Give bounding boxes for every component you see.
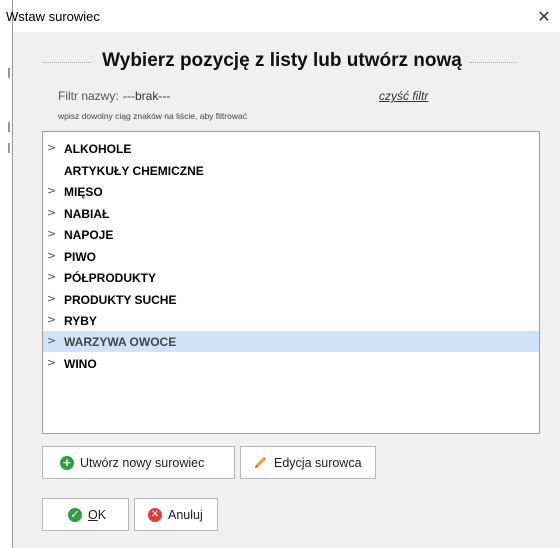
dialog-heading: Wybierz pozycję z listy lub utwórz nową [102, 50, 462, 71]
tree-node-wino[interactable]: > WINO [43, 353, 539, 374]
insert-ingredient-dialog: Wstaw surowiec ✕ Wybierz pozycję z listy… [6, 0, 560, 548]
ok-button[interactable]: ✓ OK [42, 498, 129, 531]
create-ingredient-button[interactable]: + Utwórz nowy surowiec [42, 446, 235, 479]
category-tree[interactable]: > ALKOHOLE ARTYKUŁY CHEMICZNE > MIĘSO > … [42, 131, 540, 434]
chevron-right-icon[interactable]: > [47, 314, 57, 326]
filter-hint: wpisz dowolny ciąg znaków na liście, aby… [58, 111, 247, 121]
tree-node-artykuly-chemiczne[interactable]: ARTYKUŁY CHEMICZNE [43, 160, 539, 181]
tree-node-label: WARZYWA OWOCE [64, 335, 177, 349]
tree-node-polprodukty[interactable]: > PÓŁPRODUKTY [43, 267, 539, 288]
x-circle-icon: ✕ [148, 507, 162, 522]
tree-node-napoje[interactable]: > NAPOJE [43, 224, 539, 245]
chevron-right-icon[interactable]: > [47, 335, 57, 347]
tree-node-label: NABIAŁ [64, 207, 110, 221]
chevron-right-icon[interactable]: > [47, 142, 57, 154]
clear-filter-link[interactable]: czyść filtr [379, 89, 428, 103]
tree-node-label: ARTYKUŁY CHEMICZNE [64, 164, 204, 178]
chevron-right-icon[interactable]: > [47, 185, 57, 197]
tree-node-label: PRODUKTY SUCHE [64, 293, 177, 307]
chevron-right-icon[interactable]: > [47, 357, 57, 369]
filter-label: Filtr nazwy: [58, 89, 119, 103]
create-ingredient-label: Utwórz nowy surowiec [80, 455, 205, 470]
background-window-edge [0, 0, 12, 548]
tree-node-mieso[interactable]: > MIĘSO [43, 181, 539, 202]
cancel-button[interactable]: ✕ Anuluj [134, 498, 218, 531]
header-divider-right [470, 62, 516, 63]
filter-value[interactable]: ---brak--- [123, 89, 170, 103]
tree-node-nabial[interactable]: > NABIAŁ [43, 203, 539, 224]
window-title: Wstaw surowiec [6, 9, 100, 24]
header-divider-left [43, 62, 91, 63]
edit-ingredient-label: Edycja surowca [274, 455, 362, 470]
ok-label: OK [88, 507, 107, 522]
tree-node-produkty-suche[interactable]: > PRODUKTY SUCHE [43, 289, 539, 310]
tree-node-alkohole[interactable]: > ALKOHOLE [43, 138, 539, 159]
edit-ingredient-button[interactable]: Edycja surowca [240, 446, 376, 479]
chevron-right-icon[interactable]: > [47, 250, 57, 262]
close-icon[interactable]: ✕ [532, 4, 556, 28]
tree-node-label: PIWO [64, 250, 96, 264]
chevron-right-icon[interactable]: > [47, 207, 57, 219]
tree-node-piwo[interactable]: > PIWO [43, 246, 539, 267]
check-circle-icon: ✓ [68, 507, 82, 522]
dialog-header: Wybierz pozycję z listy lub utwórz nową [43, 50, 516, 76]
tree-node-label: ALKOHOLE [64, 142, 132, 156]
tree-node-label: PÓŁPRODUKTY [64, 271, 157, 285]
tree-node-label: NAPOJE [64, 228, 114, 242]
pencil-icon [255, 456, 266, 468]
tree-node-label: MIĘSO [64, 185, 103, 199]
tree-node-label: WINO [64, 357, 97, 371]
cancel-label: Anuluj [168, 507, 203, 522]
plus-circle-icon: + [60, 455, 74, 470]
chevron-right-icon[interactable]: > [47, 228, 57, 240]
tree-node-ryby[interactable]: > RYBY [43, 310, 539, 331]
chevron-right-icon[interactable]: > [47, 271, 57, 283]
filter-row: Filtr nazwy: ---brak--- czyść filtr [58, 89, 458, 107]
tree-node-warzywa-owoce[interactable]: > WARZYWA OWOCE [43, 331, 539, 352]
tree-node-label: RYBY [64, 314, 97, 328]
title-bar: Wstaw surowiec ✕ [6, 0, 560, 32]
chevron-right-icon[interactable]: > [47, 293, 57, 305]
